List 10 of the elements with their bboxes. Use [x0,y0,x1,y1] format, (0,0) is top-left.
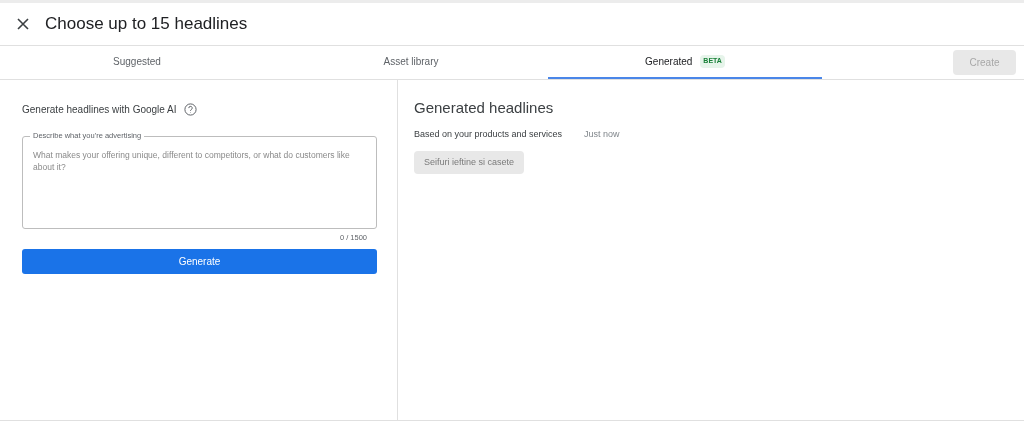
tab[interactable]: Suggested [0,46,274,79]
dialog-title: Choose up to 15 headlines [45,13,248,36]
tab[interactable]: Asset library [274,46,548,79]
source-label: Based on your products and services [414,127,563,141]
section-heading: Generate headlines with Google AI [22,103,177,117]
close-icon[interactable] [16,17,30,31]
results-heading: Generated headlines [414,98,555,118]
help-icon[interactable] [183,103,197,116]
generate-button[interactable]: Generate [22,249,377,275]
timestamp: Just now [584,127,620,141]
